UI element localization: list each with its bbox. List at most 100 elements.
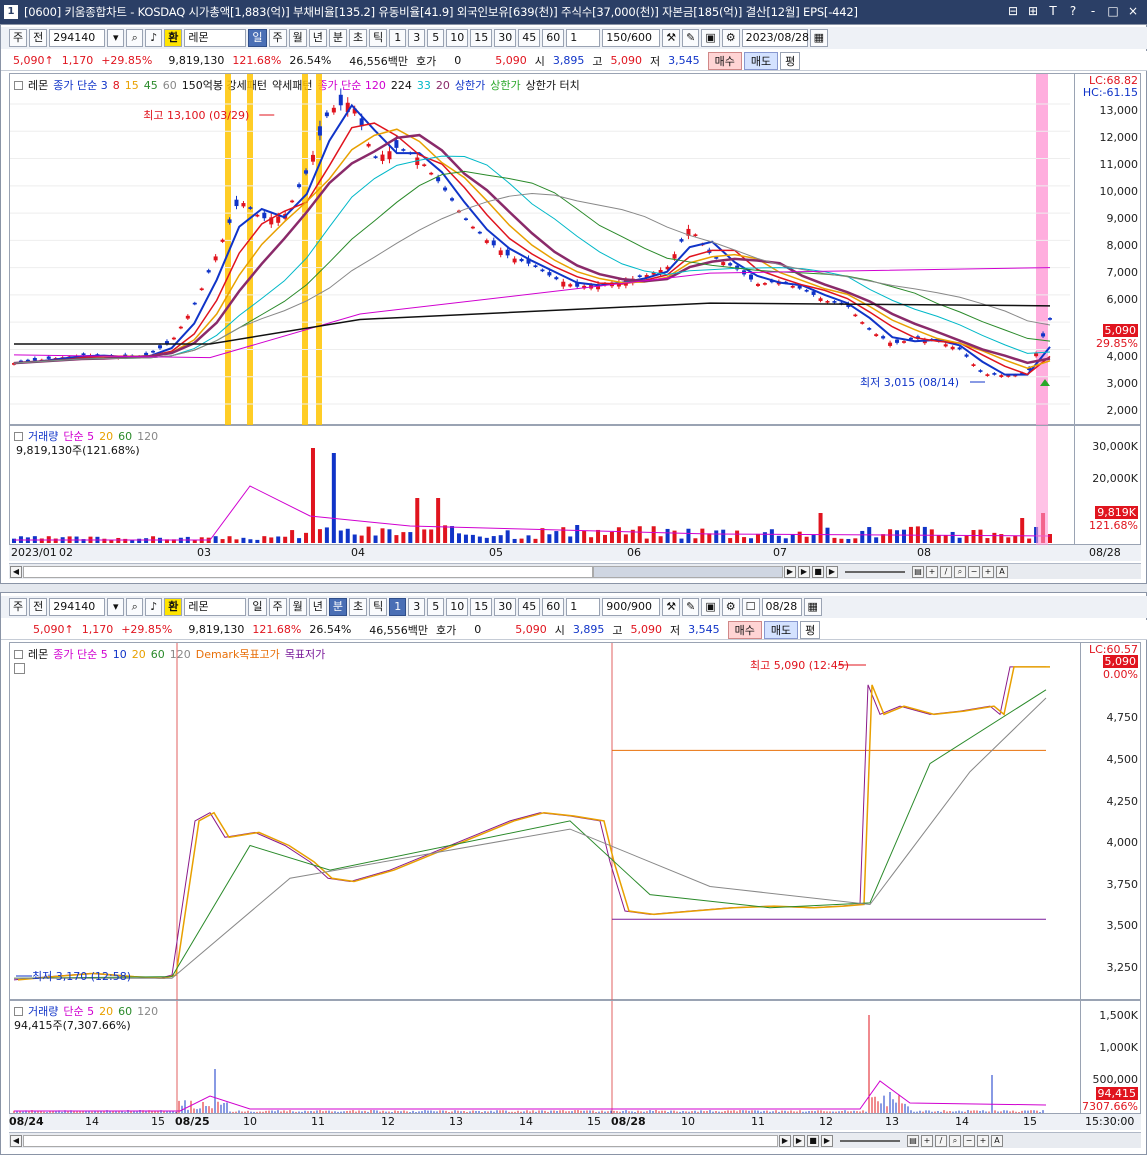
- chart-tools-icon[interactable]: ⚒: [662, 29, 681, 47]
- interval-15-button[interactable]: 15: [470, 598, 493, 616]
- period-second-tab[interactable]: 초: [349, 598, 368, 616]
- interval-select[interactable]: 1: [566, 29, 601, 47]
- scroll-thumb[interactable]: [593, 565, 783, 578]
- crosshair-icon[interactable]: +: [921, 1134, 933, 1147]
- trend-icon[interactable]: /: [940, 565, 952, 578]
- buy-button[interactable]: 매수: [707, 51, 742, 70]
- zoom-out-icon[interactable]: −: [968, 565, 980, 578]
- hwan-badge[interactable]: 환: [164, 29, 183, 47]
- period-year-tab[interactable]: 년: [308, 598, 327, 616]
- interval-1-button[interactable]: 1: [389, 598, 407, 616]
- market-type-dropdown[interactable]: 주: [9, 598, 28, 616]
- period-day-tab[interactable]: 일: [248, 598, 267, 616]
- minute-price-chart[interactable]: 레몬 종가 단순 5 10 20 60 120 Demark목표고가 목표저가 …: [9, 642, 1142, 1001]
- minute-volume-chart[interactable]: 거래량 단순 5 20 60 120 94,415주(7,307.66%) 1,…: [9, 1000, 1142, 1115]
- interval-60-button[interactable]: 60: [542, 29, 565, 47]
- draw-icon[interactable]: ✎: [682, 598, 700, 616]
- layout-tool-icon[interactable]: ▤: [912, 565, 924, 578]
- date-checkbox[interactable]: ☐: [741, 598, 760, 616]
- sell-button[interactable]: 매도: [763, 620, 799, 639]
- scroll-left-icon[interactable]: ◀: [10, 1134, 22, 1147]
- settings-icon[interactable]: ⚙: [721, 29, 740, 47]
- zoom-slider[interactable]: [840, 1139, 900, 1142]
- end-icon[interactable]: ▶: [821, 1134, 833, 1147]
- draw-icon[interactable]: ✎: [682, 29, 700, 47]
- code-dropdown-icon[interactable]: ▾: [107, 598, 125, 616]
- interval-60-button[interactable]: 60: [542, 598, 565, 616]
- zoom-icon[interactable]: ⌕: [949, 1134, 961, 1147]
- period-year-tab[interactable]: 년: [308, 29, 327, 47]
- interval-10-button[interactable]: 10: [446, 598, 469, 616]
- stock-code-input[interactable]: 294140: [49, 598, 106, 616]
- buy-button[interactable]: 매수: [727, 620, 762, 639]
- sell-button[interactable]: 매도: [743, 51, 779, 70]
- interval-select[interactable]: 1: [566, 598, 601, 616]
- calendar-icon[interactable]: ▦: [803, 598, 822, 616]
- calendar-icon[interactable]: ▦: [809, 29, 829, 47]
- scroll-left-icon[interactable]: ◀: [10, 565, 22, 578]
- search-icon[interactable]: ⌕: [126, 598, 144, 616]
- daily-scrollbar[interactable]: ◀ ▶ ▶ ■ ▶ ▤ + / ⌕ − + A: [9, 563, 1141, 579]
- interval-3-button[interactable]: 3: [408, 29, 426, 47]
- eval-button[interactable]: 평: [780, 51, 801, 70]
- interval-5-button[interactable]: 5: [427, 29, 445, 47]
- interval-3-button[interactable]: 3: [408, 598, 426, 616]
- scroll-track[interactable]: [23, 1134, 778, 1147]
- search-icon[interactable]: ⌕: [126, 29, 144, 47]
- scroll-track[interactable]: [23, 565, 593, 578]
- zoom-in-icon[interactable]: +: [977, 1134, 989, 1147]
- maximize-button[interactable]: □: [1105, 3, 1121, 19]
- grid-icon[interactable]: ⊞: [1025, 3, 1041, 19]
- speaker-icon[interactable]: ♪: [145, 29, 163, 47]
- daily-price-chart[interactable]: 레몬 종가 단순 3 8 15 45 60 150억봉 강세패턴 약세패턴 종가…: [9, 73, 1142, 426]
- period-day-tab[interactable]: 일: [248, 29, 267, 47]
- daily-volume-plot[interactable]: [10, 426, 1142, 546]
- font-icon[interactable]: A: [996, 565, 1008, 578]
- period-week-tab[interactable]: 주: [268, 29, 287, 47]
- zoom-out-icon[interactable]: −: [963, 1134, 975, 1147]
- interval-30-button[interactable]: 30: [494, 29, 517, 47]
- layout-icon[interactable]: ⊟: [1005, 3, 1021, 19]
- scroll-right-icon[interactable]: ▶: [779, 1134, 791, 1147]
- zoom-slider[interactable]: [845, 570, 905, 573]
- scroll-right-icon[interactable]: ▶: [784, 565, 796, 578]
- interval-1-button[interactable]: 1: [389, 29, 407, 47]
- interval-45-button[interactable]: 45: [518, 29, 541, 47]
- period-month-tab[interactable]: 월: [288, 29, 307, 47]
- zoom-icon[interactable]: ⌕: [954, 565, 966, 578]
- minute-scrollbar[interactable]: ◀ ▶ ▶ ■ ▶ ▤ + / ⌕ − + A: [9, 1132, 1141, 1148]
- trend-icon[interactable]: /: [935, 1134, 947, 1147]
- count-field[interactable]: 150/600: [602, 29, 661, 47]
- interval-5-button[interactable]: 5: [427, 598, 445, 616]
- period-tick-tab[interactable]: 틱: [369, 29, 388, 47]
- save-icon[interactable]: ▣: [701, 598, 720, 616]
- help-icon[interactable]: ?: [1065, 3, 1081, 19]
- all-button[interactable]: 전: [29, 598, 48, 616]
- date-field[interactable]: 08/28: [761, 598, 802, 616]
- period-month-tab[interactable]: 월: [288, 598, 307, 616]
- minute-price-plot[interactable]: 최고 5,090 (12:45) 최저 3,170 (12:58): [10, 643, 1142, 1001]
- count-field[interactable]: 900/900: [602, 598, 661, 616]
- interval-30-button[interactable]: 30: [494, 598, 517, 616]
- period-tick-tab[interactable]: 틱: [369, 598, 388, 616]
- interval-45-button[interactable]: 45: [518, 598, 541, 616]
- period-week-tab[interactable]: 주: [268, 598, 287, 616]
- end-icon[interactable]: ▶: [826, 565, 838, 578]
- code-dropdown-icon[interactable]: ▾: [107, 29, 125, 47]
- minute-volume-plot[interactable]: [10, 1001, 1142, 1115]
- speaker-icon[interactable]: ♪: [145, 598, 163, 616]
- daily-price-plot[interactable]: 최고 13,100 (03/29) 최저 3,015 (08/14): [10, 74, 1142, 426]
- all-button[interactable]: 전: [29, 29, 48, 47]
- period-second-tab[interactable]: 초: [349, 29, 368, 47]
- play-icon[interactable]: ▶: [793, 1134, 805, 1147]
- hwan-badge[interactable]: 환: [164, 598, 183, 616]
- period-minute-tab[interactable]: 분: [328, 29, 347, 47]
- daily-volume-chart[interactable]: 거래량 단순 5 20 60 120 9,819,130주(121.68%) 3…: [9, 425, 1142, 546]
- font-icon[interactable]: A: [991, 1134, 1003, 1147]
- date-field[interactable]: 2023/08/28: [741, 29, 809, 47]
- market-type-dropdown[interactable]: 주: [9, 29, 28, 47]
- period-minute-tab[interactable]: 분: [328, 598, 347, 616]
- play-icon[interactable]: ▶: [798, 565, 810, 578]
- chart-tools-icon[interactable]: ⚒: [662, 598, 681, 616]
- interval-15-button[interactable]: 15: [470, 29, 493, 47]
